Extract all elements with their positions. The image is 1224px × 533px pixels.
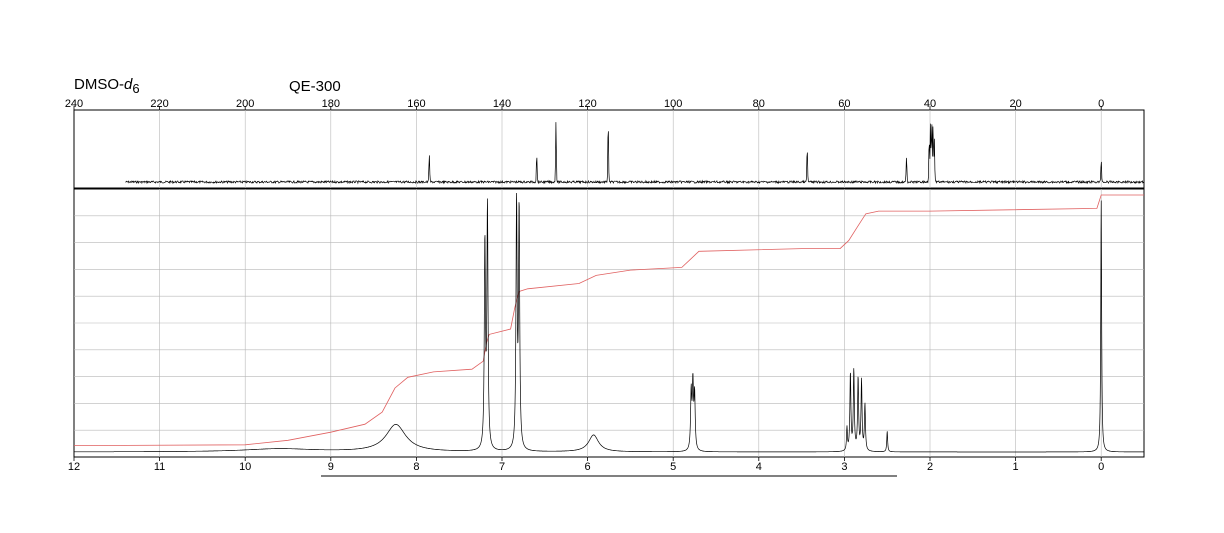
carbon-tick-label: 0 <box>1098 98 1104 110</box>
proton-tick-label: 6 <box>585 461 591 473</box>
carbon-tick-label: 40 <box>924 98 936 110</box>
solvent-subscript: 6 <box>132 81 140 96</box>
proton-tick-label: 0 <box>1098 461 1104 473</box>
carbon-tick-label: 80 <box>753 98 765 110</box>
instrument-label: QE-300 <box>289 78 341 95</box>
proton-tick-label: 9 <box>328 461 334 473</box>
carbon-spectrum-trace <box>125 122 1145 185</box>
carbon-tick-label: 160 <box>407 98 425 110</box>
proton-tick-label: 5 <box>670 461 676 473</box>
carbon-tick-label: 100 <box>664 98 682 110</box>
solvent-name: DMSO- <box>74 76 124 93</box>
proton-tick-label: 11 <box>154 461 165 473</box>
carbon-tick-label: 180 <box>322 98 340 110</box>
proton-tick-label: 3 <box>841 461 847 473</box>
proton-tick-label: 7 <box>499 461 505 473</box>
proton-tick-label: 2 <box>927 461 933 473</box>
spectrum-figure: DMSO-d6 QE-300 240 220 200 180 160 140 120 100 8… <box>0 0 1224 528</box>
proton-tick-label: 12 <box>68 461 80 473</box>
carbon-tick-label: 200 <box>236 98 254 110</box>
proton-tick-label: 4 <box>756 461 762 473</box>
nmr-chart-svg: 240 220 200 180 160 140 120 100 80 60 40 20 012 11 10 9… <box>65 98 1145 477</box>
proton-integral-curve <box>73 194 1144 446</box>
carbon-tick-label: 220 <box>150 98 168 110</box>
proton-spectrum-trace <box>74 192 1144 453</box>
carbon-tick-label: 140 <box>493 98 511 110</box>
carbon-tick-label: 120 <box>578 98 596 110</box>
solvent-label: DMSO-d6 <box>74 76 140 96</box>
carbon-tick-label: 240 <box>65 98 83 110</box>
carbon-tick-label: 60 <box>838 98 850 110</box>
proton-tick-label: 1 <box>1013 461 1019 473</box>
proton-tick-label: 10 <box>239 461 251 473</box>
carbon-tick-label: 20 <box>1009 98 1021 110</box>
proton-tick-label: 8 <box>413 461 419 473</box>
